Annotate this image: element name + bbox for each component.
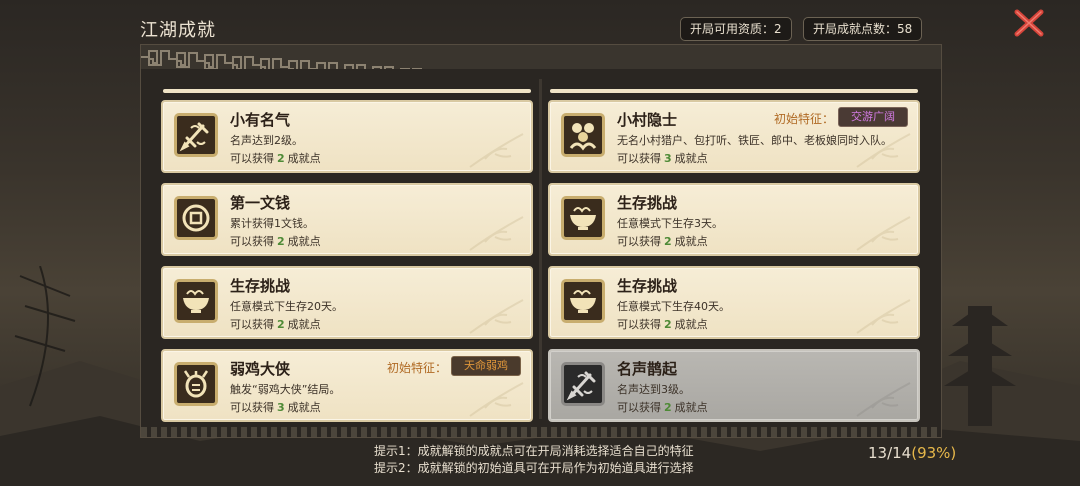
achievement-name: 名声鹊起 [617,360,678,378]
achievement-card[interactable]: 生存挑战 任意模式下生存40天。 可以获得 2 成就点 [548,266,920,339]
meander-border [141,45,941,69]
scroll-edge-left [163,89,531,93]
sword-icon [561,362,605,406]
bowl-icon [561,196,605,240]
villagers-icon [561,113,605,157]
achievement-name: 小有名气 [230,111,291,129]
hint-line-1: 提示1：成就解锁的成就点可在开局消耗选择适合自己的特征 [374,444,694,458]
bamboo-decoration-icon [469,299,524,334]
achievement-name: 生存挑战 [617,277,678,295]
achievement-card[interactable]: 小村隐士 初始特征： 交游广阔 无名小村猎户、包打听、铁匠、郎中、老板娘同时入队… [548,100,920,173]
bamboo-decoration-icon [856,299,911,334]
achievement-reward: 可以获得 2 成就点 [617,318,708,331]
achievement-name: 第一文钱 [230,194,291,212]
achievement-card[interactable]: 弱鸡大侠 初始特征： 天命弱鸡 触发“弱鸡大侠”结局。 可以获得 3 成就点 [161,349,533,422]
achievement-reward: 可以获得 2 成就点 [230,152,321,165]
achievement-points-badge: 开局成就点数：58 [803,17,923,41]
bowl-icon [561,279,605,323]
achievement-card-locked[interactable]: 名声鹊起 名声达到3级。 可以获得 2 成就点 [548,349,920,422]
available-resources-badge: 开局可用资质：2 [680,17,792,41]
close-icon [1014,9,1044,37]
bamboo-decoration-icon [856,216,911,251]
trait-badge: 天命弱鸡 [451,356,521,376]
achievement-description: 任意模式下生存3天。 [617,217,723,230]
coin-icon [174,196,218,240]
page-title: 江湖成就 [140,20,216,41]
achievement-description: 名声达到3级。 [617,383,690,396]
achievement-reward: 可以获得 2 成就点 [230,318,321,331]
bamboo-decoration-icon [469,382,524,417]
achievement-name: 生存挑战 [230,277,291,295]
initial-trait-label: 初始特征： [774,112,835,126]
close-button[interactable] [1012,6,1046,40]
achievement-reward: 可以获得 2 成就点 [230,235,321,248]
completion-progress: 13/14(93%) [868,444,956,462]
bamboo-decoration-icon [469,133,524,168]
achievement-card[interactable]: 第一文钱 累计获得1文钱。 可以获得 2 成就点 [161,183,533,256]
bowl-icon [174,279,218,323]
achievement-description: 无名小村猎户、包打听、铁匠、郎中、老板娘同时入队。 [617,134,892,147]
sword-icon [174,113,218,157]
hint-line-2: 提示2：成就解锁的初始道具可在开局作为初始道具进行选择 [374,461,694,475]
scroll-edge-right [550,89,918,93]
achievement-reward: 可以获得 3 成就点 [230,401,321,414]
achievement-name: 小村隐士 [617,111,678,129]
achievement-description: 累计获得1文钱。 [230,217,314,230]
achievement-reward: 可以获得 3 成就点 [617,152,708,165]
achievement-name: 弱鸡大侠 [230,360,291,378]
achievement-name: 生存挑战 [617,194,678,212]
achievement-reward: 可以获得 2 成就点 [617,401,708,414]
achievement-card[interactable]: 生存挑战 任意模式下生存3天。 可以获得 2 成就点 [548,183,920,256]
achievement-card[interactable]: 小有名气 名声达到2级。 可以获得 2 成就点 [161,100,533,173]
chicken-icon [174,362,218,406]
bamboo-decoration-icon [856,382,911,417]
achievement-reward: 可以获得 2 成就点 [617,235,708,248]
progress-percent: (93%) [911,444,957,462]
panel-bottom-border [141,427,941,437]
bamboo-decoration-icon [856,133,911,168]
initial-trait-label: 初始特征： [387,361,448,375]
bamboo-decoration-icon [469,216,524,251]
achievement-description: 任意模式下生存40天。 [617,300,730,313]
column-divider [539,79,542,419]
progress-count: 13/14 [868,444,912,462]
trait-badge: 交游广阔 [838,107,908,127]
achievement-card[interactable]: 生存挑战 任意模式下生存20天。 可以获得 2 成就点 [161,266,533,339]
achievement-description: 名声达到2级。 [230,134,303,147]
achievement-description: 任意模式下生存20天。 [230,300,343,313]
achievement-description: 触发“弱鸡大侠”结局。 [230,383,341,396]
